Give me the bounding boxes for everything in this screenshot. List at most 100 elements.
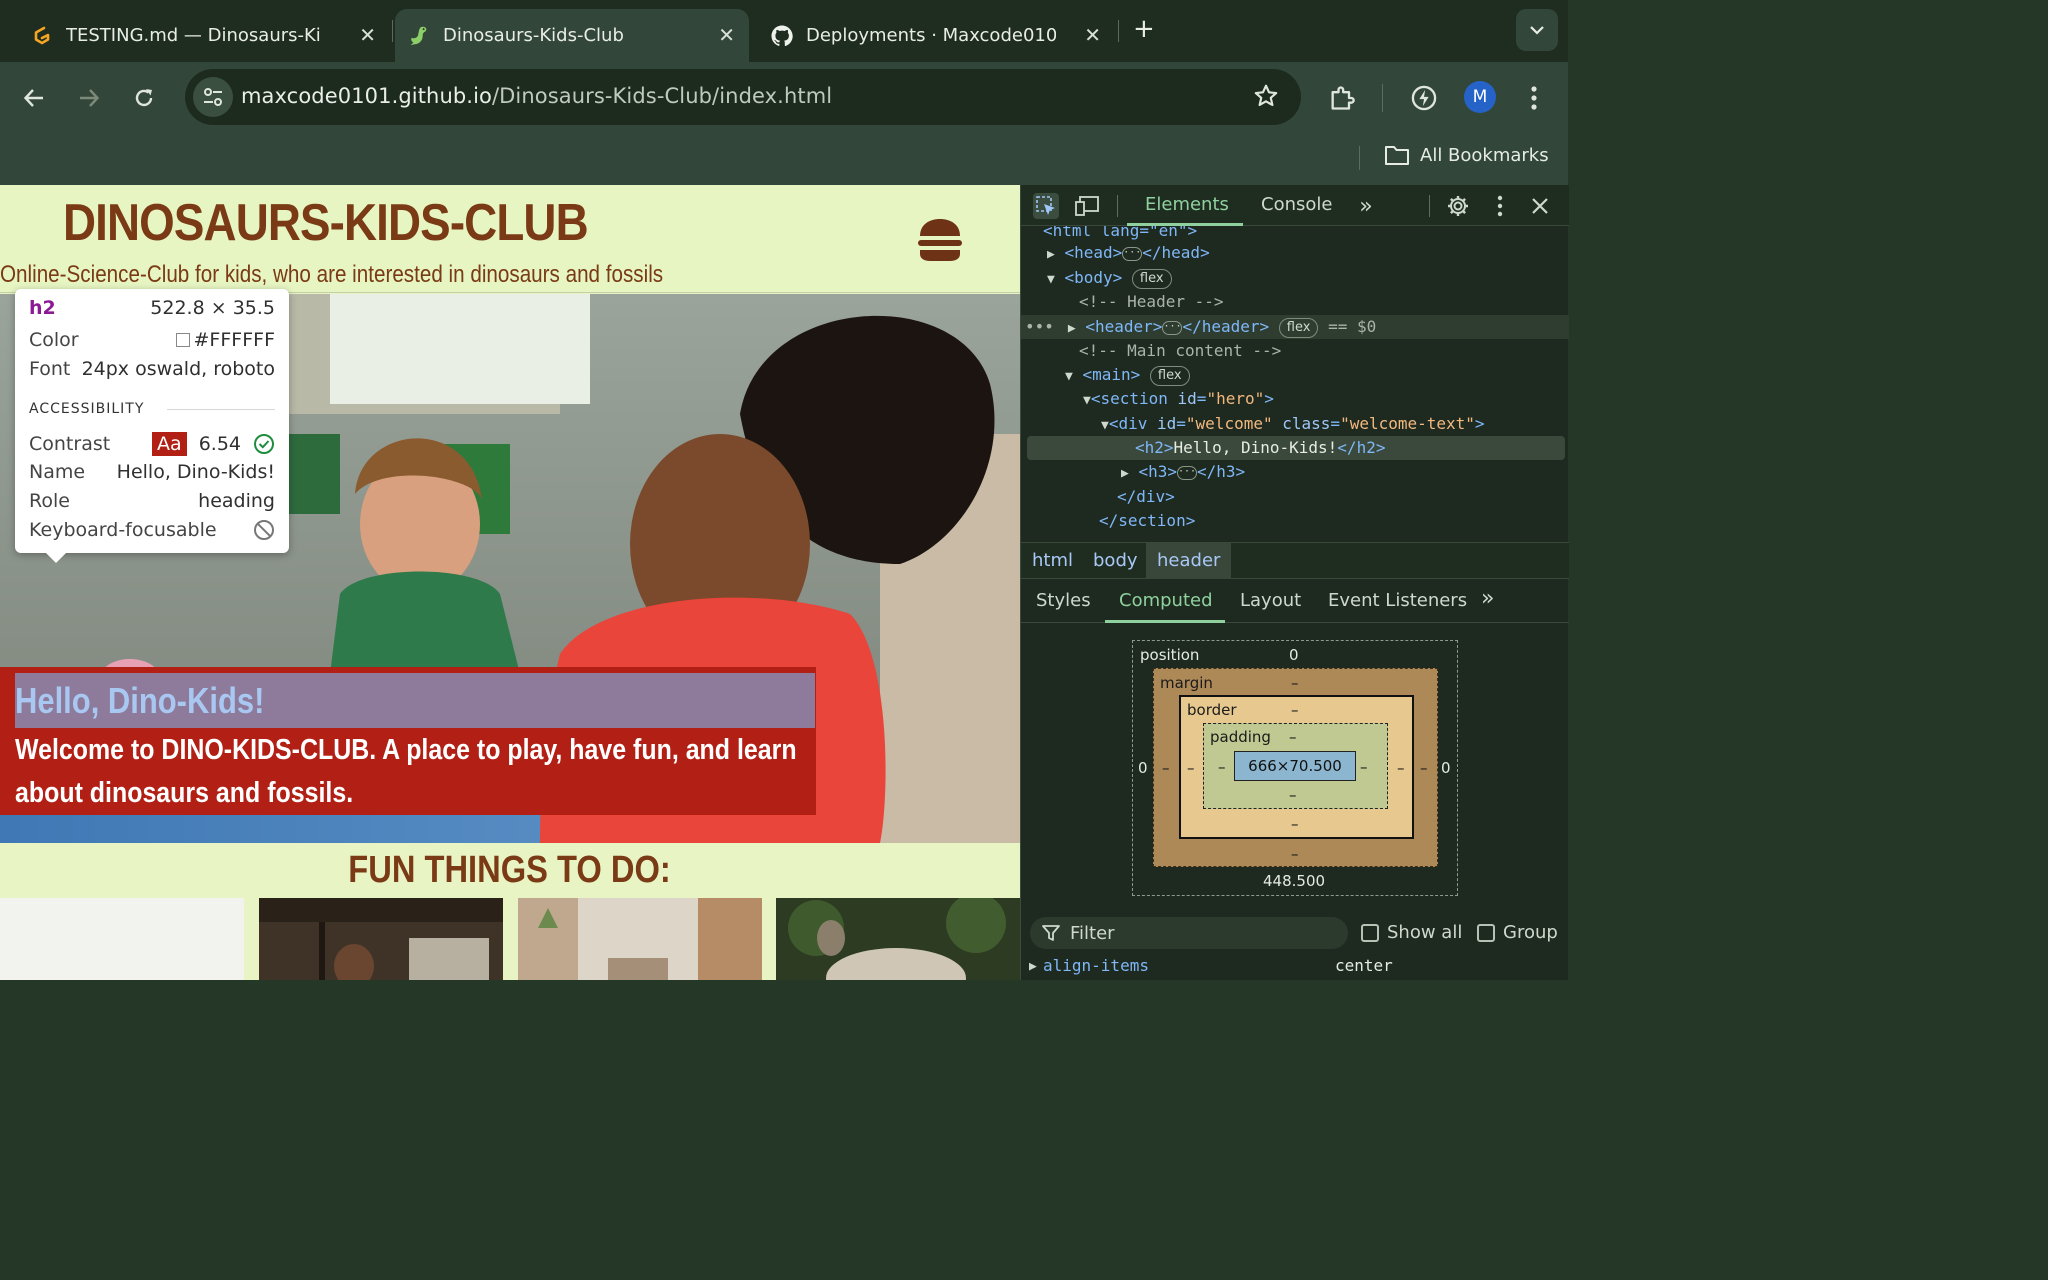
property-name: align-items — [1043, 956, 1149, 975]
padding-left-value[interactable]: – — [1218, 758, 1226, 776]
tab-search-button[interactable] — [1516, 9, 1558, 51]
kebab-menu-icon — [1531, 86, 1537, 110]
tooltip-name-row: Name Hello, Dino-Kids! — [29, 461, 275, 483]
border-right-value[interactable]: – — [1397, 759, 1405, 777]
computed-property-row[interactable]: ▶ align-items center — [1021, 956, 1569, 980]
github-icon — [770, 24, 794, 48]
reload-button[interactable] — [128, 82, 160, 114]
tab-computed[interactable]: Computed — [1119, 590, 1213, 611]
dom-node-section[interactable]: ▼<section id="hero"> — [1083, 387, 1274, 411]
margin-top-value[interactable]: – — [1291, 674, 1299, 692]
show-all-checkbox[interactable]: Show all — [1361, 922, 1462, 943]
page-viewport: DINOSAURS-KIDS-CLUB Online-Science-Club … — [0, 185, 1020, 980]
more-tabs-button[interactable]: » — [1353, 193, 1379, 219]
extensions-button[interactable] — [1324, 80, 1360, 116]
flex-badge[interactable]: flex — [1131, 268, 1172, 289]
activity-thumbnail[interactable] — [259, 898, 503, 980]
color-swatch — [175, 333, 190, 347]
group-checkbox[interactable]: Group — [1477, 922, 1558, 943]
margin-right-value[interactable]: – — [1420, 759, 1428, 777]
dom-node-div[interactable]: ▼<div id="welcome" class="welcome-text"> — [1101, 412, 1485, 436]
activity-thumbnail[interactable] — [776, 898, 1020, 980]
filter-input[interactable]: Filter — [1030, 917, 1348, 949]
position-top-value[interactable]: 0 — [1289, 646, 1299, 664]
tab-console[interactable]: Console — [1261, 194, 1332, 215]
tooltip-divider — [167, 409, 275, 410]
forward-button[interactable] — [73, 82, 105, 114]
padding-right-value[interactable]: – — [1360, 758, 1368, 776]
dom-node-div-close[interactable]: </div> — [1117, 485, 1175, 509]
menu-button[interactable] — [1516, 80, 1552, 116]
ellipsis-badge: ··· — [1122, 246, 1143, 261]
position-label: position — [1140, 646, 1200, 664]
all-bookmarks-button[interactable]: All Bookmarks — [1384, 144, 1549, 166]
border-left-value[interactable]: – — [1187, 759, 1195, 777]
performance-button[interactable] — [1406, 80, 1442, 116]
tab-separator — [1118, 20, 1119, 42]
profile-avatar[interactable]: M — [1464, 81, 1496, 113]
inspector-tooltip: h2 522.8 × 35.5 Color #FFFFFF Font 24px … — [15, 289, 289, 563]
margin-left-value[interactable]: – — [1162, 759, 1170, 777]
dom-node-main[interactable]: ▼ <main> flex — [1065, 363, 1190, 387]
devtools-panel: Elements Console » <html lang="en"> ▶ <h… — [1020, 185, 1569, 980]
padding-top-value[interactable]: – — [1289, 728, 1297, 746]
tab-styles[interactable]: Styles — [1036, 590, 1091, 611]
new-tab-button[interactable]: + — [1133, 14, 1155, 44]
breadcrumb-body[interactable]: body — [1082, 543, 1149, 579]
device-toolbar-button[interactable] — [1075, 193, 1101, 219]
position-right-value[interactable]: 0 — [1441, 759, 1451, 777]
tab-dinosaurs-kids-club[interactable]: Dinosaurs-Kids-Club ✕ — [395, 9, 749, 62]
close-tab-icon[interactable]: ✕ — [359, 23, 376, 47]
border-bottom-value[interactable]: – — [1291, 815, 1299, 833]
breadcrumb-html[interactable]: html — [1021, 543, 1084, 579]
tab-elements[interactable]: Elements — [1145, 194, 1229, 215]
filter-icon — [1042, 925, 1060, 941]
bookmark-star-button[interactable] — [1253, 83, 1279, 113]
dom-node-body[interactable]: ▼ <body> flex — [1047, 266, 1172, 290]
dom-comment[interactable]: <!-- Header --> — [1079, 290, 1224, 314]
inspect-element-button[interactable] — [1033, 193, 1059, 219]
tab-separator — [392, 20, 393, 42]
margin-bottom-value[interactable]: – — [1291, 845, 1299, 863]
bookmarks-separator — [1359, 146, 1360, 170]
activity-thumbnail[interactable] — [518, 898, 762, 980]
flex-badge[interactable]: flex — [1149, 365, 1190, 386]
close-tab-icon[interactable]: ✕ — [718, 23, 735, 47]
dom-node-section-close[interactable]: </section> — [1099, 509, 1195, 533]
address-bar[interactable]: maxcode0101.github.io/Dinosaurs-Kids-Clu… — [185, 69, 1301, 125]
tab-layout[interactable]: Layout — [1240, 590, 1301, 611]
close-tab-icon[interactable]: ✕ — [1084, 23, 1101, 47]
dom-row-menu-icon: ••• — [1025, 317, 1054, 336]
dom-node-h3[interactable]: ▶ <h3>···</h3> — [1121, 460, 1245, 484]
devtools-menu-button[interactable] — [1487, 193, 1513, 219]
site-info-button[interactable] — [193, 77, 233, 117]
content-box[interactable]: 666×70.500 — [1234, 751, 1356, 781]
back-button[interactable] — [18, 82, 50, 114]
flex-badge[interactable]: flex — [1278, 317, 1319, 338]
hamburger-menu-icon[interactable] — [917, 218, 963, 262]
tab-event-listeners[interactable]: Event Listeners — [1328, 590, 1467, 611]
position-left-value[interactable]: 0 — [1138, 759, 1148, 777]
dom-node-h2[interactable]: <h2>Hello, Dino-Kids!</h2> — [1135, 436, 1385, 460]
border-top-value[interactable]: – — [1291, 701, 1299, 719]
dom-comment[interactable]: <!-- Main content --> — [1079, 339, 1281, 363]
tab-testing-md[interactable]: TESTING.md — Dinosaurs-Kid ✕ — [30, 9, 390, 62]
dom-node-head[interactable]: ▶ <head>···</head> — [1047, 241, 1210, 265]
more-subtabs-button[interactable]: » — [1481, 586, 1494, 611]
tooltip-role-value: heading — [198, 490, 275, 512]
dom-node-header[interactable]: ••• ▶ <header>···</header> flex == $0 — [1025, 315, 1376, 339]
breadcrumb-header[interactable]: header — [1146, 543, 1232, 579]
chevron-down-icon — [1530, 26, 1544, 35]
dom-comment-main: <!-- Main content --> — [1079, 341, 1282, 360]
activity-thumbnail[interactable] — [0, 898, 244, 980]
close-devtools-button[interactable] — [1527, 193, 1553, 219]
settings-button[interactable] — [1445, 193, 1471, 219]
dom-selected-marker: == $0 — [1328, 317, 1377, 336]
site-brand[interactable]: DINOSAURS-KIDS-CLUB — [63, 193, 589, 253]
position-bottom-value[interactable]: 448.500 — [1263, 872, 1325, 890]
devtools-separator — [1117, 195, 1118, 217]
padding-bottom-value[interactable]: – — [1289, 786, 1297, 804]
tab-deployments[interactable]: Deployments · Maxcode0101/ ✕ — [770, 9, 1115, 62]
hero-heading[interactable]: Hello, Dino-Kids! — [15, 673, 815, 728]
dom-comment-header: <!-- Header --> — [1079, 292, 1224, 311]
